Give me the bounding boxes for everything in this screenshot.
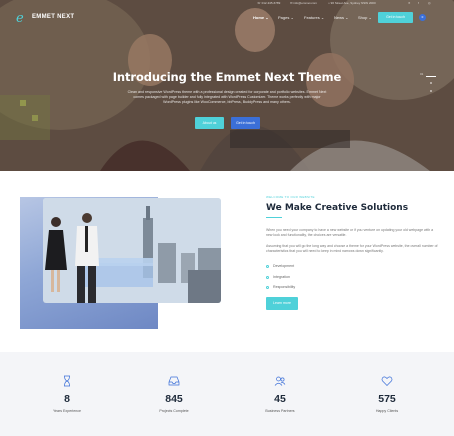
stat-label: Happy Clients (375, 409, 399, 413)
get-in-touch-button[interactable]: Get in touch (231, 117, 260, 129)
about-us-button[interactable]: About us (195, 117, 224, 129)
stat-label: Years Experience (52, 409, 82, 413)
topbar-phone[interactable]: ☏ 012-345-6789 (257, 0, 280, 7)
logo-text[interactable]: EMMET NEXT (32, 14, 74, 20)
topbar-address: ⌂ 96 Street Ave, Sydney NSW 2000 (328, 1, 376, 5)
facebook-icon[interactable]: f (418, 0, 419, 7)
get-in-touch-nav-button[interactable]: Get in touch (378, 12, 413, 23)
stat-number: 575 (378, 393, 396, 405)
section-eyebrow: WELCOME TO OUR WEBSITE (266, 195, 315, 199)
slide-counter: 01 (420, 72, 424, 76)
nav-item-shop[interactable]: Shop ⌄ (358, 15, 372, 20)
about-section: WELCOME TO OUR WEBSITE We Make Creative … (0, 171, 454, 352)
learn-more-button[interactable]: Learn more (266, 297, 298, 310)
about-paragraph-2: Assuming that you will go the long way a… (266, 244, 438, 253)
logo-icon[interactable]: e (16, 12, 24, 25)
topbar: ☏ 012-345-6789 ✉ info@emmet.com ⌂ 96 Str… (0, 0, 454, 7)
hero-description: Clean and responsive WordPress theme wit… (127, 90, 327, 104)
nav-item-pages[interactable]: Pages ⌄ (278, 15, 294, 20)
checklist-item-integration: Integration (266, 275, 290, 279)
nav-item-home[interactable]: Home ⌄ (253, 15, 269, 20)
slider-dot[interactable] (430, 82, 432, 84)
hero-section: ☏ 012-345-6789 ✉ info@emmet.com ⌂ 96 Str… (0, 0, 454, 171)
slider-active-line[interactable] (426, 76, 436, 77)
hero-title: Introducing the Emmet Next Theme (112, 70, 342, 84)
stat-label: Business Partners (265, 409, 295, 413)
nav-item-features[interactable]: Features ⌄ (304, 15, 324, 20)
circle-check-icon (266, 275, 269, 279)
nav-item-news[interactable]: News ⌄ (334, 15, 348, 20)
hourglass-icon (64, 375, 70, 387)
stat-number: 45 (274, 393, 286, 405)
instagram-icon[interactable]: ◎ (428, 0, 431, 7)
about-title: We Make Creative Solutions (266, 203, 409, 213)
topbar-email[interactable]: ✉ info@emmet.com (290, 0, 317, 7)
heart-icon (381, 376, 393, 387)
checklist-item-responsibility: Responsibility (266, 285, 295, 289)
circle-check-icon (266, 264, 269, 268)
cart-icon[interactable]: 0 (419, 14, 426, 21)
inbox-icon (168, 376, 180, 386)
users-icon (274, 376, 286, 386)
city-skyline-illustration (43, 198, 221, 303)
checklist-item-development: Development (266, 264, 294, 268)
stat-number: 845 (165, 393, 183, 405)
about-paragraph-1: When you need your company to have a new… (266, 228, 434, 237)
title-underline (266, 217, 282, 218)
main-navbar: e EMMET NEXT Home ⌄ Pages ⌄ Features ⌄ N… (0, 9, 454, 27)
twitter-icon[interactable]: ✕ (408, 0, 411, 7)
stats-section: 8 Years Experience 845 Projects Complete… (0, 352, 454, 436)
slider-dot[interactable] (430, 90, 432, 92)
business-people-image (43, 198, 221, 303)
circle-check-icon (266, 285, 269, 289)
stat-number: 8 (64, 393, 70, 405)
stat-label: Projects Complete (159, 409, 189, 413)
